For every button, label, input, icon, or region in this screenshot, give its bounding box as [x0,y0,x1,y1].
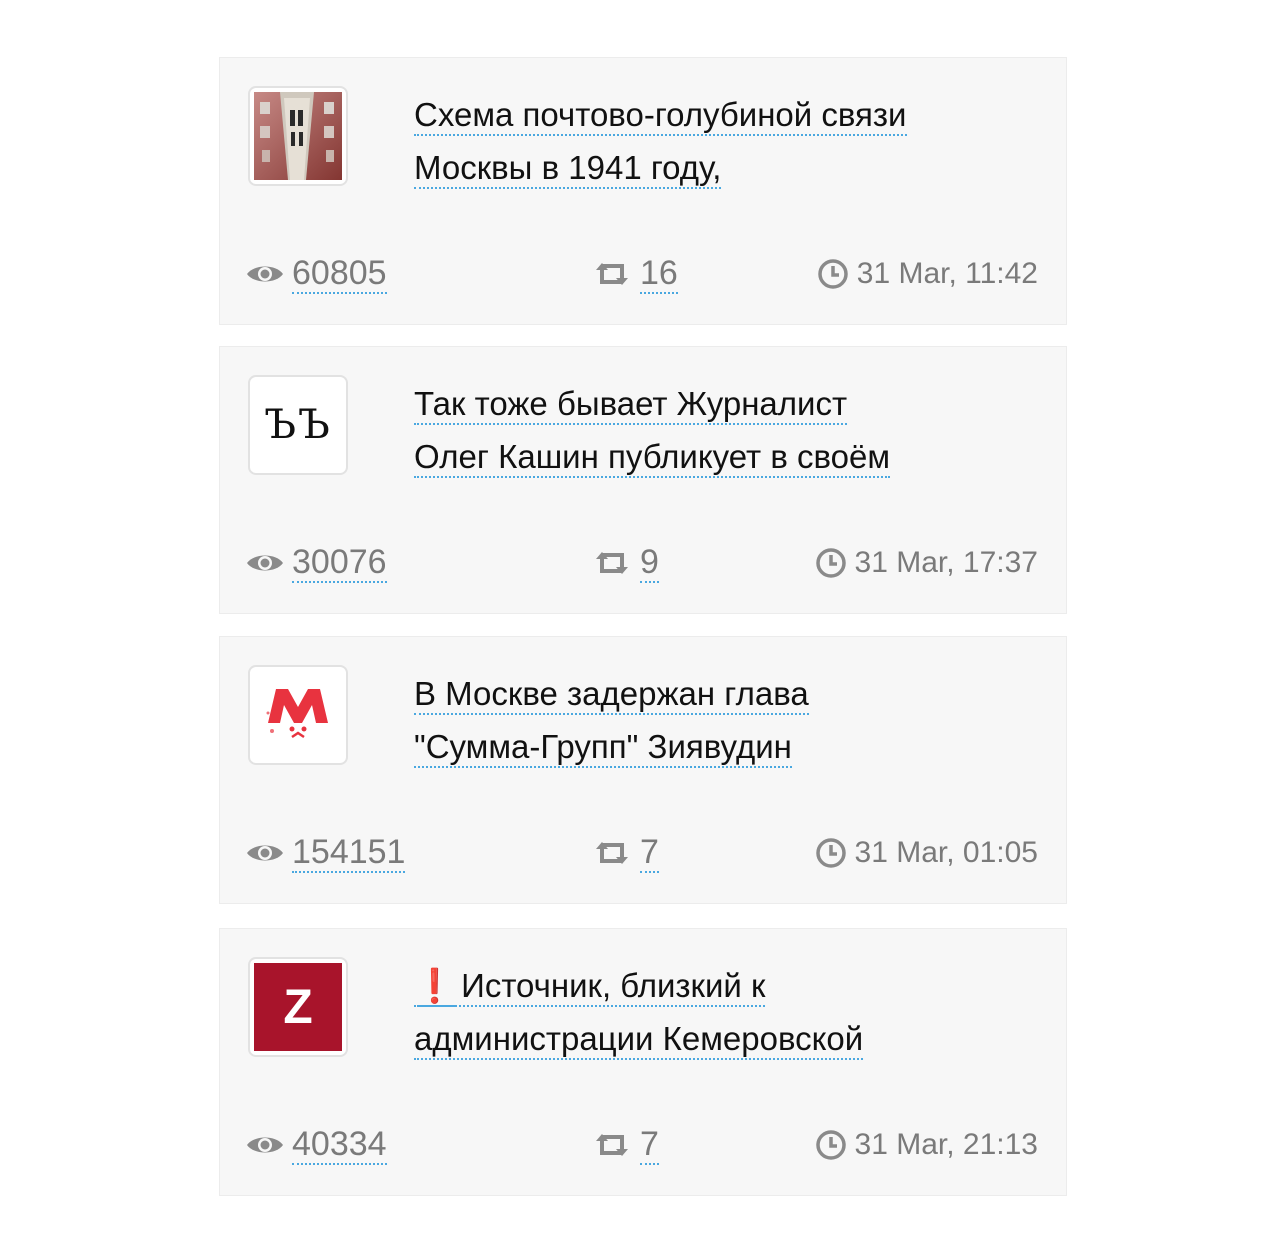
clock-icon [815,1129,847,1161]
red-z-logo-icon: Z [254,963,342,1051]
post-title[interactable]: Так тоже бывает Журналист Олег Кашин пуб… [414,377,1014,483]
clock-icon [817,258,849,290]
post-card[interactable]: В Москве задержан глава "Сумма-Групп" Зи… [219,636,1067,904]
post-card[interactable]: Схема почтово-голубиной связи Москвы в 1… [219,57,1067,325]
time-stat: 31 Mar, 01:05 [815,831,1038,875]
post-time: 31 Mar, 11:42 [856,257,1038,290]
retweet-icon [592,260,632,288]
post-title-line[interactable]: Олег Кашин публикует в своём [414,438,891,478]
exclamation-icon: ❗ [414,967,456,1007]
reposts-count[interactable]: 16 [640,254,678,294]
eye-icon [246,841,284,865]
post-title-line[interactable]: "Сумма-Групп" Зиявудин [414,728,792,768]
z-logo-letter: Z [283,980,313,1034]
reposts-stat: 7 [592,831,659,875]
post-title-line[interactable]: Москвы в 1941 году, [414,149,722,189]
time-stat: 31 Mar, 17:37 [815,541,1038,585]
channel-avatar[interactable]: ЪЪ [248,375,348,475]
post-time: 31 Mar, 01:05 [854,836,1038,869]
post-stats: 30076 9 31 Mar, 17:37 [246,541,1038,585]
post-title[interactable]: Схема почтово-голубиной связи Москвы в 1… [414,88,1014,194]
retweet-icon [592,839,632,867]
views-stat: 30076 [246,541,387,585]
post-card[interactable]: Z ❗ Источник, близкий к администрации Кем… [219,928,1067,1196]
post-title[interactable]: В Москве задержан глава "Сумма-Групп" Зи… [414,667,1014,773]
eye-icon [246,551,284,575]
post-stats: 40334 7 31 Mar, 21:13 [246,1123,1038,1167]
channel-avatar[interactable] [248,86,348,186]
views-count[interactable]: 30076 [292,543,387,583]
reposts-stat: 7 [592,1123,659,1167]
clock-icon [815,547,847,579]
views-stat: 60805 [246,252,387,296]
views-stat: 154151 [246,831,406,875]
views-count[interactable]: 60805 [292,254,387,294]
channel-avatar[interactable]: Z [248,957,348,1057]
time-stat: 31 Mar, 11:42 [817,252,1038,296]
reposts-count[interactable]: 7 [640,1125,659,1165]
eye-icon [246,1133,284,1157]
retweet-icon [592,1131,632,1159]
views-count[interactable]: 40334 [292,1125,387,1165]
reposts-count[interactable]: 7 [640,833,659,873]
time-stat: 31 Mar, 21:13 [815,1123,1038,1167]
views-count[interactable]: 154151 [292,833,406,873]
post-title-text: Источник, близкий к [461,967,766,1004]
reposts-count[interactable]: 9 [640,543,659,583]
post-title[interactable]: ❗ Источник, близкий к администрации Кемер… [414,959,1014,1065]
post-stats: 154151 7 31 Mar, 01:05 [246,831,1038,875]
views-stat: 40334 [246,1123,387,1167]
clock-icon [815,837,847,869]
red-m-logo-icon [266,689,328,739]
post-title-line[interactable]: Схема почтово-голубиной связи [414,96,907,136]
post-time: 31 Mar, 17:37 [854,546,1038,579]
retweet-icon [592,549,632,577]
post-time: 31 Mar, 21:13 [854,1128,1038,1161]
building-photo-icon [254,92,342,180]
reposts-stat: 9 [592,541,659,585]
double-yat-logo-icon: ЪЪ [264,402,332,448]
post-title-line[interactable]: В Москве задержан глава [414,675,809,715]
channel-avatar[interactable] [248,665,348,765]
post-stats: 60805 16 31 Mar, 11:42 [246,252,1038,296]
post-title-line[interactable]: администрации Кемеровской [414,1020,864,1060]
post-title-line[interactable]: ❗ Источник, близкий к [414,967,766,1007]
post-card[interactable]: ЪЪ Так тоже бывает Журналист Олег Кашин … [219,346,1067,614]
post-title-line[interactable]: Так тоже бывает Журналист [414,385,848,425]
reposts-stat: 16 [592,252,678,296]
eye-icon [246,262,284,286]
